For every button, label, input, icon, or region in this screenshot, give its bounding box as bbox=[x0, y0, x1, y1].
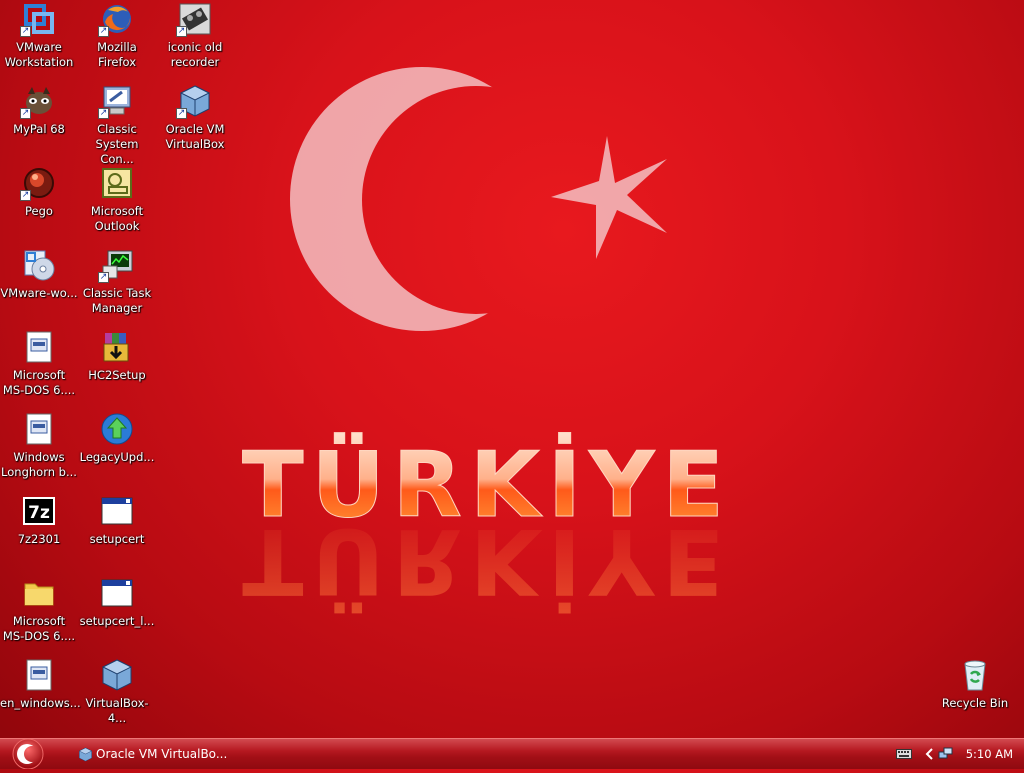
shortcut-arrow-icon: ↗ bbox=[20, 108, 31, 119]
7zip-icon: 7z bbox=[23, 497, 55, 525]
disk-image-icon bbox=[26, 413, 52, 445]
icon-label: Microsoft MS-DOS 6.... bbox=[2, 614, 76, 643]
icon-label: Oracle VM VirtualBox bbox=[165, 122, 225, 151]
desktop-icon-pego[interactable]: ↗ Pego bbox=[0, 166, 78, 219]
icon-label: VMware-wo... bbox=[0, 286, 78, 300]
wallpaper-title-reflection: TÜRKİYE bbox=[242, 508, 732, 615]
icon-label: Microsoft MS-DOS 6.... bbox=[2, 368, 76, 397]
desktop-icon-oracle-vm-virtualbox[interactable]: ↗ Oracle VM VirtualBox bbox=[156, 84, 234, 152]
desktop-icon-setupcert-l[interactable]: setupcert_l... bbox=[78, 576, 156, 629]
desktop-icon-firefox[interactable]: ↗ Mozilla Firefox bbox=[78, 2, 156, 70]
icon-label: LegacyUpd... bbox=[79, 450, 155, 464]
recycle-bin-icon bbox=[964, 660, 986, 691]
desktop-icon-hc2setup[interactable]: HC2Setup bbox=[78, 330, 156, 383]
network-icon[interactable] bbox=[938, 747, 954, 761]
desktop-icon-vmware-workstation[interactable]: ↗ VMware Workstation bbox=[0, 2, 78, 70]
icon-label: Classic System Con... bbox=[95, 122, 139, 166]
icon-label: VirtualBox-4... bbox=[85, 696, 149, 725]
star-shape bbox=[551, 136, 667, 259]
virtualbox-icon bbox=[78, 747, 93, 762]
desktop-icon-virtualbox-installer[interactable]: VirtualBox-4... bbox=[78, 658, 156, 726]
start-button[interactable] bbox=[8, 738, 48, 770]
crescent-start-icon bbox=[12, 738, 44, 770]
wallpaper-title: TÜRKİYE bbox=[242, 431, 732, 538]
desktop-icon-outlook[interactable]: Microsoft Outlook bbox=[78, 166, 156, 234]
icon-label: 7z2301 bbox=[17, 532, 61, 546]
legacy-update-icon bbox=[101, 413, 133, 445]
desktop[interactable]: TÜRKİYE TÜRKİYE ↗ VMware Workstation ↗ M… bbox=[0, 0, 1024, 738]
disk-image-icon bbox=[26, 659, 52, 691]
icon-label: en_windows... bbox=[0, 696, 81, 710]
chevron-left-icon[interactable] bbox=[922, 747, 938, 761]
desktop-icon-mypal[interactable]: ↗ MyPal 68 bbox=[0, 84, 78, 137]
shortcut-arrow-icon: ↗ bbox=[20, 26, 31, 37]
desktop-icon-vmware-installer[interactable]: VMware-wo... bbox=[0, 248, 78, 301]
desktop-icon-msdos-1[interactable]: Microsoft MS-DOS 6.... bbox=[0, 330, 78, 398]
installer-cd-icon bbox=[24, 250, 55, 281]
desktop-icon-windows-longhorn[interactable]: Windows Longhorn b... bbox=[0, 412, 78, 480]
desktop-icon-recycle-bin[interactable]: Recycle Bin bbox=[936, 658, 1014, 711]
keyboard-icon[interactable] bbox=[896, 747, 912, 761]
crescent-shape bbox=[290, 67, 554, 331]
icon-label: Classic Task Manager bbox=[82, 286, 152, 315]
folder-icon bbox=[24, 583, 54, 606]
desktop-icon-classic-task-manager[interactable]: ↗ Classic Task Manager bbox=[78, 248, 156, 316]
desktop-icon-iconic-old-recorder[interactable]: ↗ iconic old recorder bbox=[156, 2, 234, 70]
shortcut-arrow-icon: ↗ bbox=[98, 272, 109, 283]
icon-label: setupcert bbox=[89, 532, 145, 546]
desktop-icon-setupcert[interactable]: setupcert bbox=[78, 494, 156, 547]
shortcut-arrow-icon: ↗ bbox=[20, 190, 31, 201]
taskbar: Oracle VM VirtualBo... 5:10 AM bbox=[0, 738, 1024, 770]
icon-label: Pego bbox=[25, 204, 53, 218]
icon-label: HC2Setup bbox=[88, 368, 146, 382]
system-tray: 5:10 AM bbox=[894, 739, 1024, 769]
taskbar-button-virtualbox[interactable]: Oracle VM VirtualBo... bbox=[74, 743, 234, 765]
shortcut-arrow-icon: ↗ bbox=[176, 108, 187, 119]
icon-label: setupcert_l... bbox=[79, 614, 155, 628]
icon-label: iconic old recorder bbox=[167, 40, 223, 69]
icon-label: Recycle Bin bbox=[941, 696, 1009, 710]
shortcut-arrow-icon: ↗ bbox=[98, 26, 109, 37]
winrar-sfx-icon bbox=[103, 333, 129, 362]
outlook-icon bbox=[102, 168, 132, 198]
desktop-icon-legacy-update[interactable]: LegacyUpd... bbox=[78, 412, 156, 465]
application-window-icon bbox=[101, 579, 133, 607]
taskbar-button-label: Oracle VM VirtualBo... bbox=[96, 747, 228, 761]
icon-label: VMware Workstation bbox=[4, 40, 74, 69]
desktop-icon-en-windows[interactable]: en_windows... bbox=[0, 658, 81, 711]
icon-label: Microsoft Outlook bbox=[90, 204, 144, 233]
desktop-icon-7z2301[interactable]: 7z 7z2301 bbox=[0, 494, 78, 547]
shortcut-arrow-icon: ↗ bbox=[176, 26, 187, 37]
shortcut-arrow-icon: ↗ bbox=[98, 108, 109, 119]
virtualbox-installer-icon bbox=[101, 659, 133, 691]
desktop-icon-msdos-folder[interactable]: Microsoft MS-DOS 6.... bbox=[0, 576, 78, 644]
desktop-icon-classic-system-config[interactable]: ↗ Classic System Con... bbox=[78, 84, 156, 167]
icon-label: Windows Longhorn b... bbox=[1, 450, 77, 479]
icon-label: Mozilla Firefox bbox=[97, 40, 137, 69]
clock[interactable]: 5:10 AM bbox=[966, 739, 1013, 769]
icon-label: MyPal 68 bbox=[13, 122, 65, 136]
disk-image-icon bbox=[26, 331, 52, 363]
application-window-icon bbox=[101, 497, 133, 525]
svg-text:7z: 7z bbox=[28, 503, 50, 523]
